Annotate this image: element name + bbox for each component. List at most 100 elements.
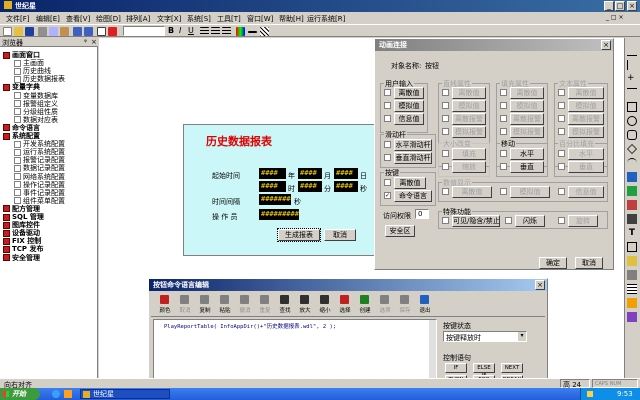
report-cancel-button[interactable]: 取消 [324,229,356,241]
keyword-button[interactable]: ELSE IF [473,363,495,379]
pointer-icon[interactable] [97,27,106,36]
align-right-icon[interactable] [222,27,231,36]
key-state-select[interactable]: 按键释放时 ▾ [443,331,527,342]
value-analog-button[interactable]: 模拟值 [510,186,550,198]
user-input-string-button[interactable]: 信息值 [394,113,424,125]
menu-draw[interactable]: 绘图[D] [96,14,121,24]
cancel-icon[interactable] [180,295,189,304]
cancel-button-label[interactable]: 取消 [177,306,193,314]
open-file-icon[interactable] [14,27,23,36]
fill-prop-2-checkbox[interactable] [500,102,507,109]
keyword-button[interactable]: IF [445,363,467,373]
visible-checkbox[interactable] [442,217,449,224]
rotate-checkbox[interactable] [558,217,565,224]
visible-button[interactable]: 可见/隐含/禁止 [452,215,500,227]
minimize-button[interactable]: _ [604,1,614,11]
button-discrete-button[interactable]: 离散值 [394,177,426,189]
polygon-tool-icon[interactable] [627,144,637,154]
line-prop-3-button[interactable]: 离散报警 [452,113,486,125]
fill-prop-1-button[interactable]: 离散值 [510,87,544,99]
access-input[interactable]: 0 [415,209,429,219]
move-h-checkbox[interactable] [500,150,507,157]
fill-prop-3-checkbox[interactable] [500,115,507,122]
select-icon[interactable] [340,295,349,304]
user-input-analog-button[interactable]: 模拟值 [394,100,424,112]
chevron-down-icon[interactable]: ▾ [518,332,526,341]
security-zone-button[interactable]: 安全区 [385,225,415,237]
anim-close-button[interactable]: × [601,40,611,50]
menu-run[interactable]: 运行系统[R] [307,14,345,24]
polyline-tool-icon[interactable] [627,60,637,70]
percent-h-checkbox[interactable] [558,150,565,157]
cut-icon[interactable] [38,27,47,36]
new-file-icon[interactable] [3,27,12,36]
line-prop-4-checkbox[interactable] [442,128,449,135]
arc-tool-icon[interactable] [627,158,637,168]
text-prop-3-checkbox[interactable] [558,115,565,122]
percent-h-button[interactable]: 水平 [568,148,604,160]
blink-checkbox[interactable] [505,217,512,224]
create-button-label[interactable]: 创建 [357,306,373,314]
redo-button-label[interactable]: 重复 [257,306,273,314]
size-fill-checkbox[interactable] [442,150,449,157]
align-center-icon[interactable] [211,27,220,36]
blink-button[interactable]: 闪烁 [515,215,545,227]
browser-pin-icon[interactable]: ᵠ [84,38,87,46]
anim-ok-button[interactable]: 确定 [539,257,567,269]
value-string-checkbox[interactable] [558,188,565,195]
line-tool-icon[interactable] [627,46,637,56]
create-icon[interactable] [360,295,369,304]
generate-report-button[interactable]: 生成报表 [277,228,321,242]
fill-prop-1-checkbox[interactable] [500,89,507,96]
alarm-tool-icon[interactable] [627,298,637,308]
paste-button-label[interactable]: 粘贴 [217,306,233,314]
copy-icon[interactable] [49,27,58,36]
options-button-label[interactable]: 选项 [377,306,393,314]
percent-v-checkbox[interactable] [558,163,565,170]
v-slider-button[interactable]: 垂直滑动杆 [394,152,432,164]
options-icon[interactable] [380,295,389,304]
zoom-out-button-label[interactable]: 缩小 [317,306,333,314]
menu-help[interactable]: 帮助[H] [279,14,304,24]
table-tool-icon[interactable] [627,284,637,294]
menu-edit[interactable]: 编辑[E] [36,14,60,24]
find-button-label[interactable]: 查找 [277,306,293,314]
line-prop-2-button[interactable]: 模拟值 [452,100,486,112]
close-button[interactable]: × [627,1,637,11]
h-slider-checkbox[interactable] [384,141,391,148]
menu-system[interactable]: 系统[S] [187,14,211,24]
text-tool-icon[interactable]: T [627,228,637,238]
undo-button-label[interactable]: 撤消 [237,306,253,314]
exit-button-label[interactable]: 退出 [417,306,433,314]
menu-file[interactable]: 文件[F] [6,14,30,24]
line-prop-3-checkbox[interactable] [442,115,449,122]
undo-icon[interactable] [73,27,82,36]
move-h-button[interactable]: 水平 [510,148,544,160]
align-left-icon[interactable] [200,27,209,36]
copy-icon[interactable] [200,295,209,304]
value-discrete-checkbox[interactable] [442,188,449,195]
button-command-button[interactable]: 命令语言 [394,190,432,202]
paste-icon[interactable] [60,27,69,36]
user-input-string-checkbox[interactable] [384,115,391,122]
gauge-tool-icon[interactable] [627,200,637,210]
mdi-controls-icon[interactable]: _ □ × [606,14,624,21]
hline-tool-icon[interactable] [627,88,637,98]
size-scale-button[interactable]: 缩放 [452,161,486,173]
line-prop-4-button[interactable]: 模拟报警 [452,126,486,138]
color-fill-icon[interactable] [236,27,245,36]
line-prop-1-checkbox[interactable] [442,89,449,96]
start-button[interactable]: 开始 [0,388,40,400]
copy-button-label[interactable]: 复制 [197,306,213,314]
line-width-icon[interactable] [248,31,257,33]
v-slider-checkbox[interactable] [384,154,391,161]
zoom-in-button-label[interactable]: 放大 [297,306,313,314]
button-command-checkbox[interactable]: ✓ [384,192,391,199]
cross-tool-icon[interactable]: + [627,74,637,84]
find-icon[interactable] [280,295,289,304]
move-v-checkbox[interactable] [500,163,507,170]
rect-tool-icon[interactable] [627,102,637,112]
save-icon[interactable] [25,27,34,36]
zoom-in-icon[interactable] [300,295,309,304]
browser-close-icon[interactable]: × [91,38,97,46]
